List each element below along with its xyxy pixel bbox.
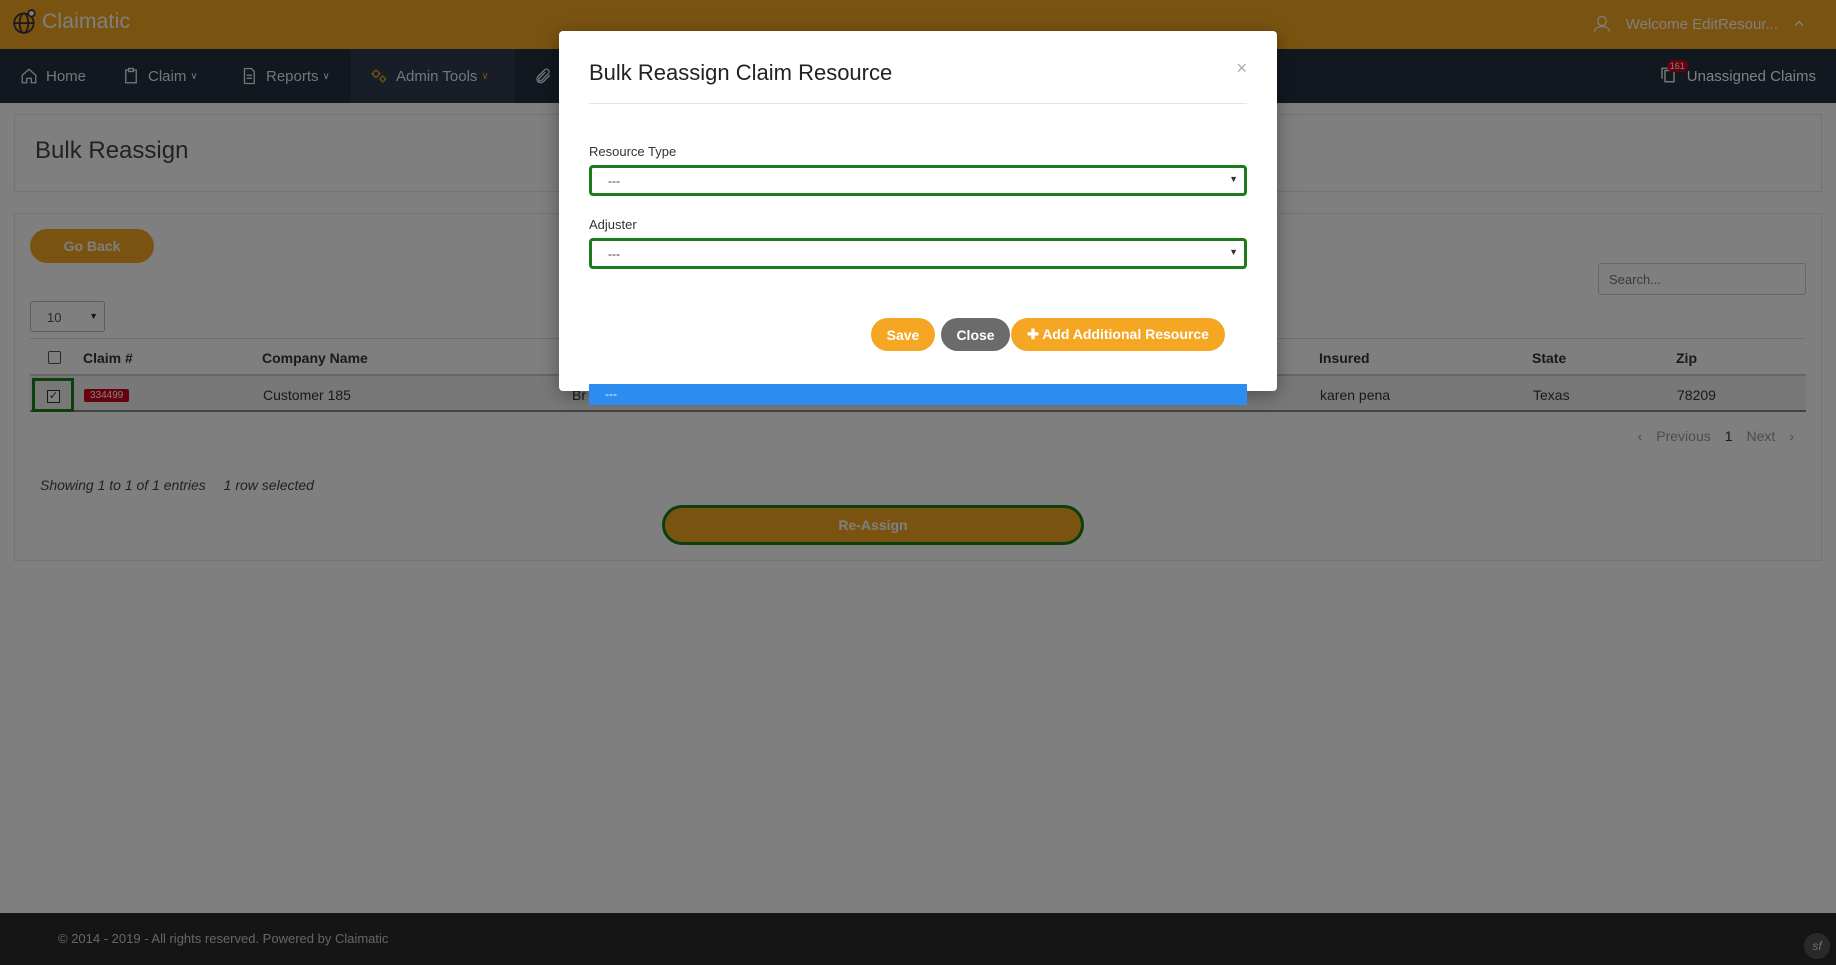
add-additional-resource-button[interactable]: ✚ Add Additional Resource [1011,318,1225,351]
modal-divider [589,103,1247,104]
add-additional-resource-label: Add Additional Resource [1042,326,1209,342]
caret-down-icon: ▼ [1229,247,1238,257]
close-button[interactable]: Close [941,318,1010,351]
close-icon[interactable]: × [1236,58,1247,79]
bulk-reassign-modal: Bulk Reassign Claim Resource × Resource … [559,31,1277,391]
plus-icon: ✚ [1027,326,1039,342]
modal-title: Bulk Reassign Claim Resource [589,60,893,85]
adjuster-select[interactable]: --- ▼ [589,238,1247,269]
adjuster-value: --- [608,247,620,261]
save-button[interactable]: Save [871,318,935,351]
resource-type-value: --- [608,174,620,188]
caret-down-icon: ▼ [1229,174,1238,184]
resource-type-select[interactable]: --- ▼ [589,165,1247,196]
resource-type-label: Resource Type [589,144,677,159]
adjuster-dropdown-option[interactable]: --- [589,384,1247,405]
adjuster-label: Adjuster [589,217,637,232]
